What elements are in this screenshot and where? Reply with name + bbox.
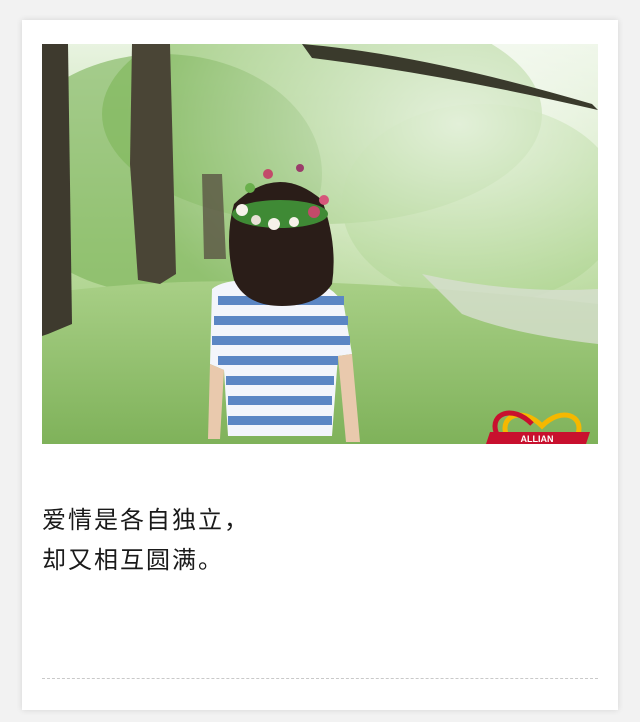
caption-line-1: 爱情是各自独立， (42, 506, 250, 534)
caption-text: 爱情是各自独立， 却又相互圆满。 (42, 500, 582, 580)
logo-text: ALLIAN (521, 434, 554, 444)
girl-in-forest-photo: ALLIAN (42, 44, 598, 444)
dashed-divider (42, 678, 598, 679)
post-card: ALLIAN 爱情是各自独立， 却又相互圆满。 (22, 20, 618, 710)
photo-illustration: ALLIAN (42, 44, 598, 444)
caption-line-2: 却又相互圆满。 (42, 546, 224, 574)
